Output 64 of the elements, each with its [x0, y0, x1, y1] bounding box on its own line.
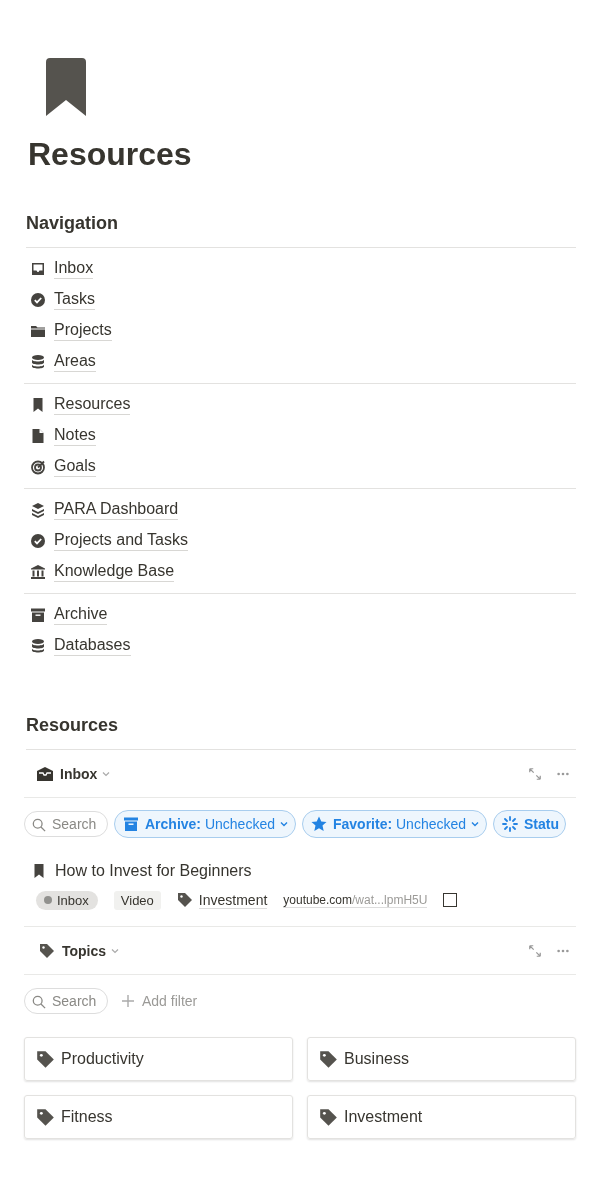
page-link[interactable]: Archive [54, 604, 108, 625]
page-link[interactable]: Projects [54, 320, 112, 341]
topic-card[interactable]: Fitness [24, 1095, 293, 1139]
filter-chip[interactable]: Statu [493, 810, 567, 838]
page-link[interactable]: Projects and Tasks [54, 530, 188, 551]
bank-icon [30, 563, 46, 580]
plus-icon [120, 993, 136, 1009]
archive-icon [123, 816, 139, 832]
inbox-icon [30, 260, 46, 277]
topic-card[interactable]: Productivity [24, 1037, 293, 1081]
star-icon [310, 816, 327, 832]
page-title: Resources [28, 136, 193, 173]
document-icon [30, 427, 46, 444]
page-link[interactable]: Inbox [54, 258, 94, 279]
topic-card[interactable]: Investment [307, 1095, 576, 1139]
url-link[interactable]: youtube.com/wat...lpmH5U [283, 892, 428, 908]
chevron-down-icon [470, 819, 481, 829]
section-heading: Navigation [26, 213, 576, 248]
topic-card[interactable]: Business [307, 1037, 576, 1081]
type-tag: Video [113, 890, 161, 910]
search-field[interactable]: Search [24, 811, 108, 837]
page-link[interactable]: Areas [54, 351, 96, 372]
card-title: Investment [344, 1108, 423, 1126]
status-tag: Inbox [36, 890, 98, 910]
view-title[interactable]: Topics [62, 942, 107, 959]
page-link[interactable]: PARA Dashboard [54, 499, 179, 520]
card-title: Productivity [61, 1050, 144, 1068]
card-title: Business [344, 1050, 409, 1068]
card-title: Fitness [61, 1108, 113, 1126]
inbox-tray-icon [36, 765, 54, 782]
filter-chip[interactable]: Archive: Unchecked [114, 810, 296, 838]
tag-icon [36, 1107, 55, 1127]
expand-icon[interactable] [528, 766, 542, 781]
target-icon [30, 458, 46, 475]
expand-icon[interactable] [528, 943, 542, 958]
topic-link[interactable]: Investment [198, 891, 268, 909]
layers-icon [30, 501, 46, 518]
tag-icon [319, 1049, 338, 1069]
view-title[interactable]: Inbox [60, 765, 98, 782]
check-circle-icon [30, 532, 46, 549]
page-link[interactable]: Databases [54, 635, 131, 656]
page-link[interactable]: Tasks [54, 289, 95, 310]
bookmark-icon [46, 58, 86, 116]
tag-icon [36, 1049, 55, 1069]
search-field[interactable]: Search [24, 988, 108, 1014]
loading-icon [502, 816, 519, 832]
search-icon [32, 818, 46, 832]
chevron-down-icon [278, 819, 289, 829]
archive-icon [30, 606, 46, 623]
page-link[interactable]: Goals [54, 456, 96, 477]
page-link[interactable]: Resources [54, 394, 131, 415]
check-circle-icon [30, 291, 46, 308]
section-heading: Resources [26, 715, 576, 750]
search-icon [32, 995, 46, 1009]
database-icon [30, 637, 46, 654]
tag-icon [38, 942, 56, 959]
tag-icon [176, 892, 193, 908]
item-title[interactable]: How to Invest for Beginners [55, 862, 252, 880]
tag-icon [319, 1107, 338, 1127]
database-icon [30, 353, 46, 370]
page-link[interactable]: Knowledge Base [54, 561, 175, 582]
checkbox[interactable] [443, 893, 458, 907]
page-link[interactable]: Notes [54, 425, 96, 446]
filter-chip[interactable]: Favorite: Unchecked [301, 810, 488, 838]
